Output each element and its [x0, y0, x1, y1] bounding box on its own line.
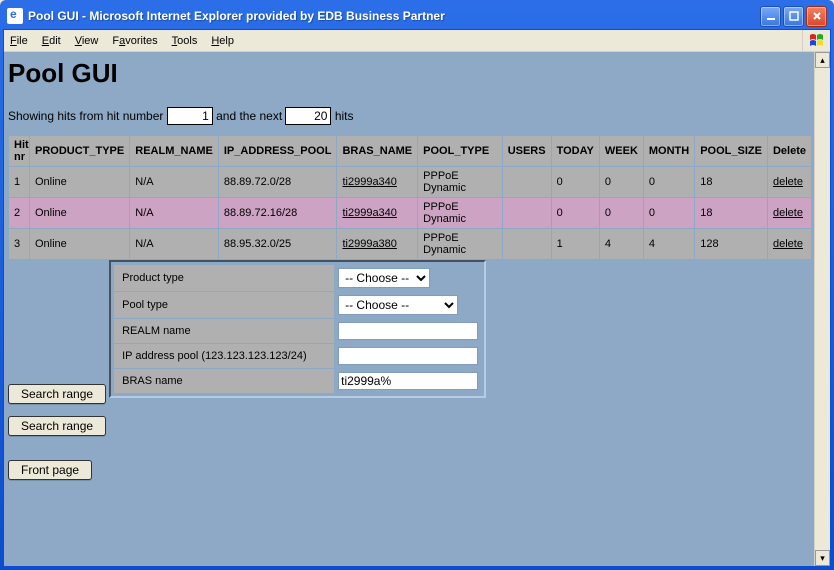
ip-pool-input[interactable]	[338, 347, 478, 365]
cell-realm: N/A	[130, 229, 218, 259]
table-row: 1OnlineN/A88.89.72.0/28 ti2999a340 PPPoE D…	[9, 167, 811, 197]
cell-users	[503, 229, 551, 259]
menu-view[interactable]: View	[75, 35, 99, 47]
th-today: TODAY	[552, 136, 599, 166]
search-form: Product type -- Choose -- Pool type	[109, 260, 486, 398]
th-size: POOL_SIZE	[695, 136, 767, 166]
cell-today: 0	[552, 167, 599, 197]
search-range-button-bottom[interactable]: Search range	[8, 416, 106, 436]
th-product: PRODUCT_TYPE	[30, 136, 129, 166]
cell-product: Online	[30, 229, 129, 259]
cell-users	[503, 167, 551, 197]
pool-type-select[interactable]: -- Choose --	[338, 295, 458, 315]
th-realm: REALM_NAME	[130, 136, 218, 166]
realm-name-input[interactable]	[338, 322, 478, 340]
cell-delete: delete	[768, 167, 811, 197]
delete-link[interactable]: delete	[773, 238, 803, 250]
cell-ip: 88.89.72.16/28	[219, 198, 337, 228]
titlebar: Pool GUI - Microsoft Internet Explorer p…	[3, 3, 831, 29]
vertical-scrollbar[interactable]: ▴ ▾	[814, 52, 830, 566]
cell-product: Online	[30, 198, 129, 228]
menu-favorites[interactable]: Favorites	[112, 35, 157, 47]
table-row: 3OnlineN/A88.95.32.0/25 ti2999a380 PPPoE D…	[9, 229, 811, 259]
windows-flag-icon	[802, 30, 830, 52]
cell-pool: PPPoE Dynamic	[418, 229, 502, 259]
cell-week: 4	[600, 229, 643, 259]
search-range-button-top[interactable]: Search range	[8, 384, 106, 404]
cell-bras: ti2999a340	[337, 167, 417, 197]
th-month: MONTH	[644, 136, 694, 166]
front-page-button[interactable]: Front page	[8, 460, 92, 480]
cell-pool: PPPoE Dynamic	[418, 198, 502, 228]
menu-help[interactable]: Help	[211, 35, 234, 47]
cell-hit: 3	[9, 229, 29, 259]
cell-ip: 88.95.32.0/25	[219, 229, 337, 259]
cell-today: 1	[552, 229, 599, 259]
product-type-select[interactable]: -- Choose --	[338, 268, 430, 288]
menu-edit[interactable]: Edit	[42, 35, 61, 47]
cell-month: 4	[644, 229, 694, 259]
cell-ip: 88.89.72.0/28	[219, 167, 337, 197]
cell-week: 0	[600, 198, 643, 228]
cell-realm: N/A	[130, 198, 218, 228]
chrome: File Edit View Favorites Tools Help Pool…	[3, 29, 831, 567]
th-pool: POOL_TYPE	[418, 136, 502, 166]
cell-delete: delete	[768, 198, 811, 228]
scroll-down-button[interactable]: ▾	[815, 550, 830, 566]
bras-link[interactable]: ti2999a380	[342, 238, 396, 250]
cell-size: 18	[695, 198, 767, 228]
pool-type-label: Pool type	[114, 292, 334, 318]
menu-file[interactable]: File	[10, 35, 28, 47]
cell-hit: 1	[9, 167, 29, 197]
ip-pool-label: IP address pool (123.123.123.123/24)	[114, 344, 334, 368]
minimize-button[interactable]	[760, 6, 781, 27]
menubar: File Edit View Favorites Tools Help	[4, 30, 830, 52]
cell-week: 0	[600, 167, 643, 197]
bras-name-label: BRAS name	[114, 369, 334, 393]
cell-hit: 2	[9, 198, 29, 228]
cell-size: 128	[695, 229, 767, 259]
realm-name-label: REALM name	[114, 319, 334, 343]
ie-icon	[7, 8, 23, 24]
hit-from-input[interactable]	[167, 107, 213, 125]
cell-today: 0	[552, 198, 599, 228]
cell-users	[503, 198, 551, 228]
th-hitnr: Hit nr	[9, 136, 29, 166]
cell-month: 0	[644, 198, 694, 228]
results-table: Hit nr PRODUCT_TYPE REALM_NAME IP_ADDRES…	[8, 135, 812, 260]
bras-link[interactable]: ti2999a340	[342, 207, 396, 219]
cell-bras: ti2999a380	[337, 229, 417, 259]
th-users: USERS	[503, 136, 551, 166]
table-row: 2OnlineN/A88.89.72.16/28 ti2999a340 PPPoE …	[9, 198, 811, 228]
scroll-up-button[interactable]: ▴	[815, 52, 830, 68]
th-ip: IP_ADDRESS_POOL	[219, 136, 337, 166]
cell-product: Online	[30, 167, 129, 197]
page-content: Pool GUI Showing hits from hit number an…	[4, 52, 814, 566]
th-delete: Delete	[768, 136, 811, 166]
maximize-button[interactable]	[783, 6, 804, 27]
delete-link[interactable]: delete	[773, 176, 803, 188]
cell-delete: delete	[768, 229, 811, 259]
th-week: WEEK	[600, 136, 643, 166]
product-type-label: Product type	[114, 265, 334, 291]
page-title: Pool GUI	[8, 58, 812, 89]
close-button[interactable]	[806, 6, 827, 27]
menu-tools[interactable]: Tools	[172, 35, 198, 47]
bras-link[interactable]: ti2999a340	[342, 176, 396, 188]
delete-link[interactable]: delete	[773, 207, 803, 219]
hit-count-input[interactable]	[285, 107, 331, 125]
showing-line: Showing hits from hit number and the nex…	[8, 107, 812, 125]
window-title: Pool GUI - Microsoft Internet Explorer p…	[28, 9, 760, 23]
cell-month: 0	[644, 167, 694, 197]
cell-size: 18	[695, 167, 767, 197]
cell-pool: PPPoE Dynamic	[418, 167, 502, 197]
th-bras: BRAS_NAME	[337, 136, 417, 166]
ie-window: Pool GUI - Microsoft Internet Explorer p…	[0, 0, 834, 570]
bras-name-input[interactable]	[338, 372, 478, 390]
cell-bras: ti2999a340	[337, 198, 417, 228]
cell-realm: N/A	[130, 167, 218, 197]
scroll-track[interactable]	[815, 68, 830, 550]
